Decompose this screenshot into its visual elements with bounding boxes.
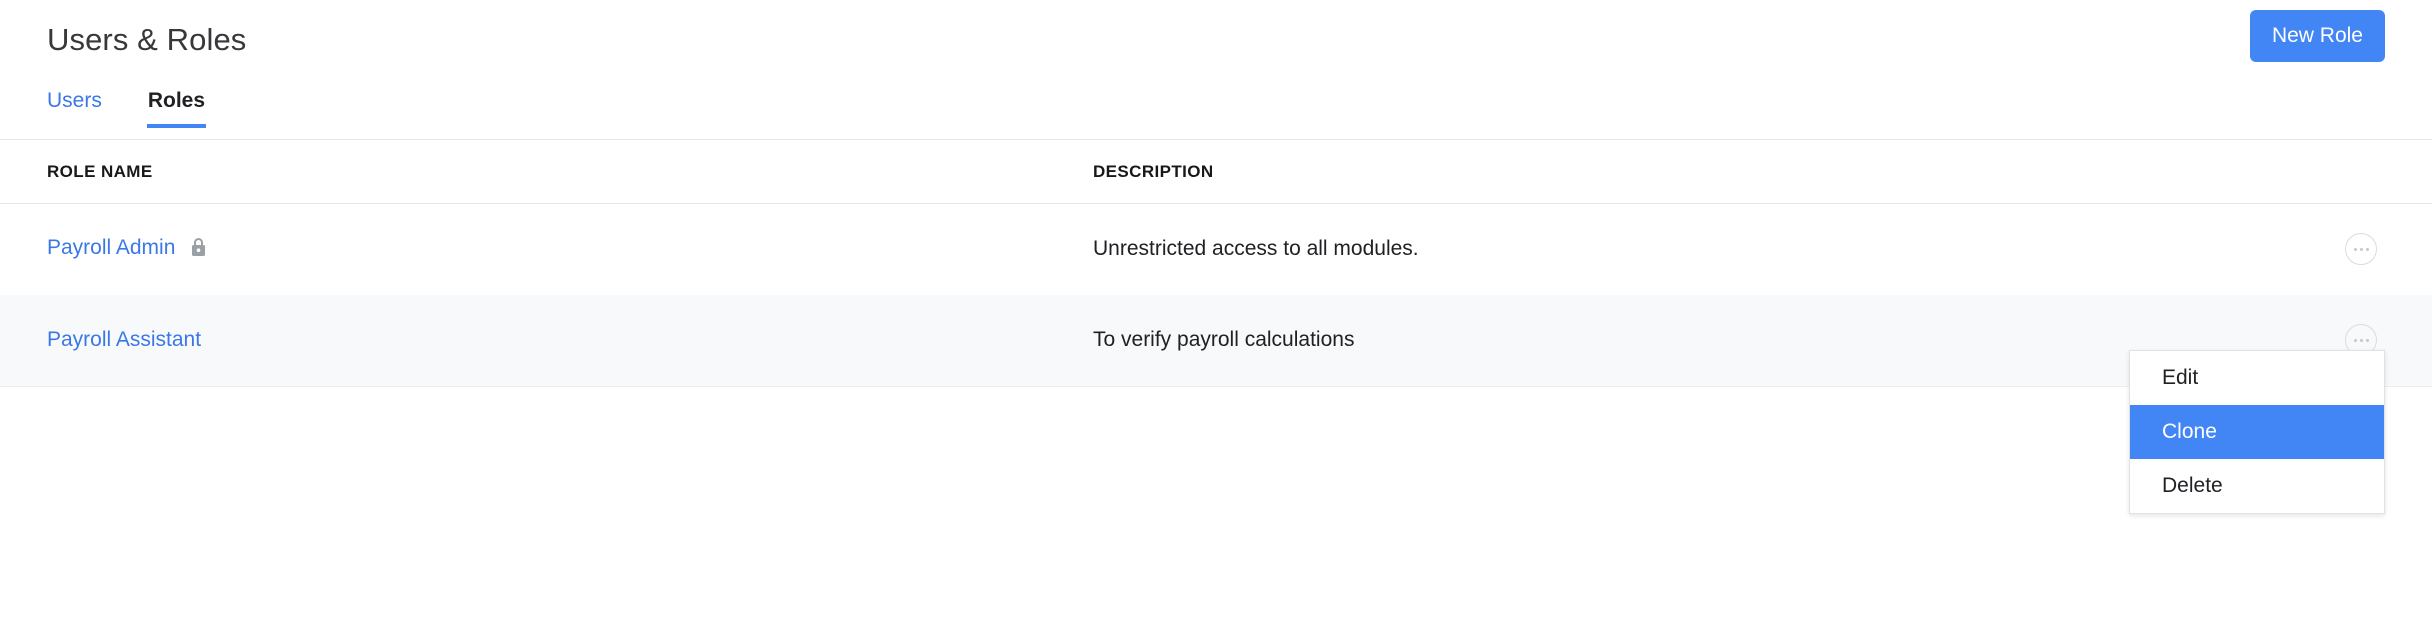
row-context-menu: Edit Clone Delete xyxy=(2129,350,2385,514)
more-options-icon[interactable] xyxy=(2345,233,2377,265)
table-header-row: ROLE NAME DESCRIPTION xyxy=(0,140,2432,204)
cell-actions xyxy=(2339,204,2432,296)
dot xyxy=(2353,247,2357,251)
role-link-payroll-admin[interactable]: Payroll Admin xyxy=(47,236,175,259)
lock-icon xyxy=(190,237,207,263)
table-row: Payroll Assistant To verify payroll calc… xyxy=(0,295,2432,387)
dot xyxy=(2359,338,2363,342)
tab-roles[interactable]: Roles xyxy=(146,78,207,128)
page-header: Users & Roles New Role xyxy=(0,0,2432,78)
roles-table: ROLE NAME DESCRIPTION Payroll Admin Unre… xyxy=(0,140,2432,387)
table-header: ROLE NAME DESCRIPTION xyxy=(0,140,2432,204)
column-header-actions xyxy=(2339,140,2432,204)
menu-item-delete[interactable]: Delete xyxy=(2130,459,2384,513)
menu-item-clone[interactable]: Clone xyxy=(2130,405,2384,459)
table-row: Payroll Admin Unrestricted access to all… xyxy=(0,204,2432,296)
new-role-button[interactable]: New Role xyxy=(2249,10,2385,62)
tab-bar: Users Roles xyxy=(0,78,2432,140)
column-header-description: DESCRIPTION xyxy=(1093,140,2339,204)
table-body: Payroll Admin Unrestricted access to all… xyxy=(0,204,2432,387)
column-header-role-name: ROLE NAME xyxy=(0,140,1093,204)
dot xyxy=(2365,247,2369,251)
cell-role-name: Payroll Admin xyxy=(0,204,1093,296)
menu-item-edit[interactable]: Edit xyxy=(2130,351,2384,405)
dot xyxy=(2359,247,2363,251)
cell-role-name: Payroll Assistant xyxy=(0,295,1093,387)
page-title: Users & Roles xyxy=(47,21,247,57)
dot xyxy=(2353,338,2357,342)
cell-description: Unrestricted access to all modules. xyxy=(1093,237,1419,260)
tab-users[interactable]: Users xyxy=(47,78,102,128)
role-link-payroll-assistant[interactable]: Payroll Assistant xyxy=(47,328,201,351)
dot xyxy=(2365,338,2369,342)
